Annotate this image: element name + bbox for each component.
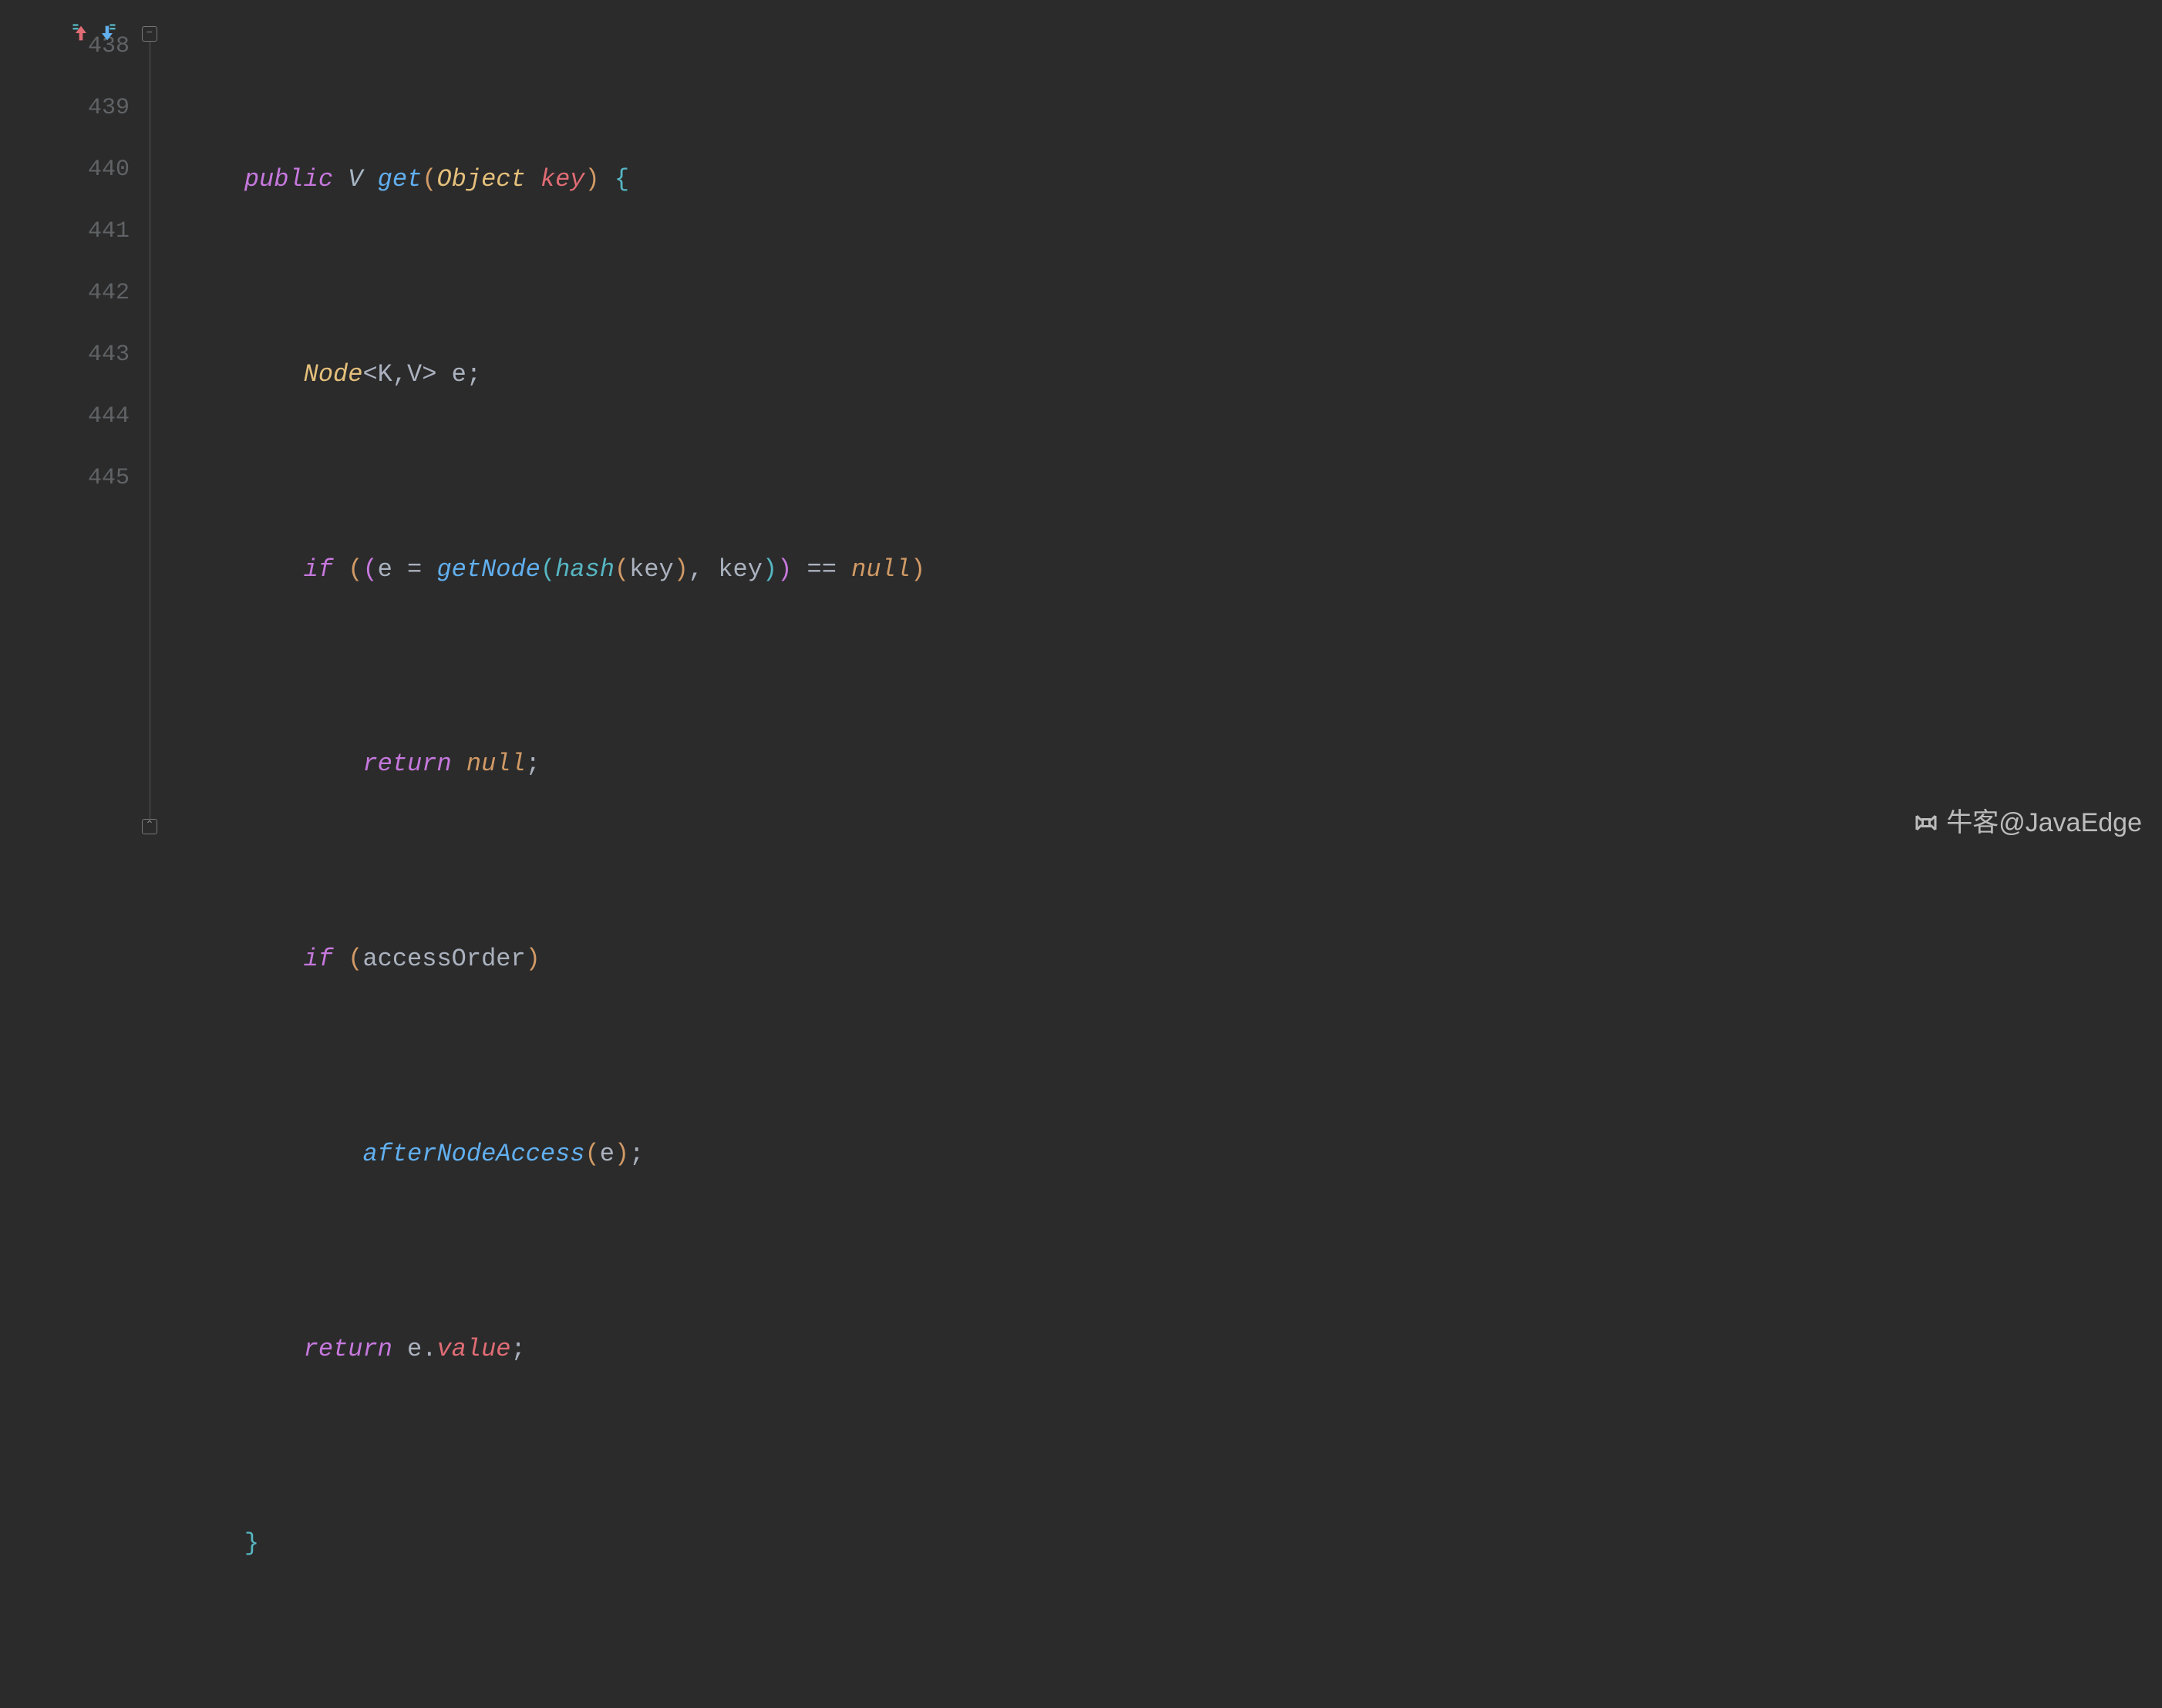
fold-end-icon[interactable]: ⌃ [142, 819, 157, 834]
var-accessOrder: accessOrder [362, 937, 525, 982]
op-equals: == [807, 547, 837, 592]
watermark: 牛客@JavaEdge [1912, 800, 2142, 847]
line-number[interactable]: 441 [0, 200, 139, 262]
line-number-gutter: 438 439 440 441 442 443 444 445 [0, 0, 139, 861]
literal-null: null [851, 547, 911, 592]
implements-up-icon[interactable] [69, 22, 93, 45]
return-type: V [348, 157, 362, 202]
gutter-nav-icons [69, 22, 119, 45]
keyword-public: public [244, 157, 333, 202]
line-number[interactable]: 442 [0, 262, 139, 324]
line-number[interactable]: 440 [0, 139, 139, 200]
fold-column: − ⌃ [139, 0, 170, 861]
code-editor: 438 439 440 441 442 443 444 445 − ⌃ publ… [0, 0, 2162, 861]
var-e: e [407, 1327, 422, 1372]
fold-collapse-icon[interactable]: − [142, 26, 157, 42]
field-value: value [436, 1327, 510, 1372]
keyword-if: if [304, 937, 333, 982]
param-key: key [540, 157, 585, 202]
generic-V: V [407, 352, 422, 397]
var-e: e [378, 547, 392, 592]
code-content[interactable]: public V get(Object key) { Node<K,V> e; … [170, 0, 2162, 861]
line-number[interactable]: 444 [0, 386, 139, 447]
code-line-444[interactable]: return e.value; [185, 1318, 2162, 1380]
arg-key: key [718, 547, 763, 592]
keyword-return: return [362, 742, 451, 787]
line-number[interactable]: 443 [0, 324, 139, 386]
literal-null: null [466, 742, 526, 787]
type-node: Node [304, 352, 363, 397]
call-getNode: getNode [436, 547, 540, 592]
line-number[interactable]: 445 [0, 447, 139, 509]
code-line-439[interactable]: Node<K,V> e; [185, 344, 2162, 406]
overridden-down-icon[interactable] [96, 22, 119, 45]
call-hash: hash [555, 547, 615, 592]
code-line-445[interactable]: } [185, 1513, 2162, 1575]
watermark-logo-icon [1912, 809, 1940, 837]
call-afterNodeAccess: afterNodeAccess [362, 1132, 584, 1177]
code-line-442[interactable]: if (accessOrder) [185, 928, 2162, 990]
code-line-438[interactable]: public V get(Object key) { [185, 149, 2162, 211]
arg-key: key [629, 547, 674, 592]
generic-K: K [378, 352, 392, 397]
watermark-text: 牛客@JavaEdge [1946, 800, 2142, 847]
line-number[interactable]: 439 [0, 77, 139, 139]
method-name-get: get [378, 157, 423, 202]
code-line-440[interactable]: if ((e = getNode(hash(key), key)) == nul… [185, 538, 2162, 600]
var-e: e [452, 352, 466, 397]
param-type-object: Object [436, 157, 525, 202]
arg-e: e [600, 1132, 615, 1177]
code-line-443[interactable]: afterNodeAccess(e); [185, 1124, 2162, 1185]
keyword-return: return [304, 1327, 392, 1372]
keyword-if: if [304, 547, 333, 592]
code-line-441[interactable]: return null; [185, 733, 2162, 795]
